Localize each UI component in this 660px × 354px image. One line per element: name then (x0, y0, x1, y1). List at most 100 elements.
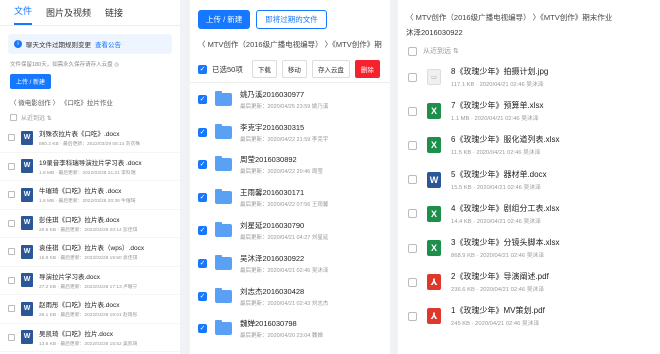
folder-name[interactable]: 姚乃溪2016030977 (240, 89, 328, 100)
file-name[interactable]: 袁佳祺《口吃》拉片表（wps）.docx (39, 242, 144, 252)
file-row[interactable]: W 导演拉片学习表.docx 27.2 KB · 最后更新：2022/03/28… (0, 267, 180, 295)
file-row[interactable]: ⅄ 1《玫瑰少年》MV策划.pdf 245 KB · 2020/04/21 02… (398, 299, 660, 333)
breadcrumb[interactable]: 〈 MTV创作（2016级广播电视编导） 〉《MTV创作》期末作业 (398, 0, 660, 25)
row-checkbox[interactable] (408, 277, 417, 287)
file-name[interactable]: 牛璀琦《口吃》拉片表 .docx (39, 185, 136, 195)
folder-row[interactable]: ✓ 吴沐泽2016030922 最后更新：2020/04/21 02:46 吴沐… (190, 247, 390, 280)
folder-row[interactable]: ✓ 魏婵2016030798 最后更新：2020/04/20 23:04 魏婵 (190, 313, 390, 346)
file-row[interactable]: W 袁佳祺《口吃》拉片表（wps）.docx 15.9 KB · 最后更新：20… (0, 238, 180, 267)
row-checkbox[interactable] (408, 175, 417, 185)
row-checkbox[interactable] (408, 72, 417, 82)
word-file-icon: W (21, 301, 33, 316)
row-checkbox[interactable]: ✓ (198, 127, 207, 137)
folder-row[interactable]: ✓ 刘志杰2016030428 最后更新：2020/04/21 02:43 刘志… (190, 280, 390, 313)
expiring-files-button[interactable]: 即将过期的文件 (256, 10, 327, 29)
folder-name[interactable]: 刘星延2016030790 (240, 220, 328, 231)
row-checkbox[interactable] (8, 191, 15, 199)
row-checkbox[interactable]: ✓ (198, 160, 207, 170)
folder-row[interactable]: ✓ 李克宇2016030315 最后更新：2020/04/22 21:59 李克… (190, 116, 390, 149)
file-row[interactable]: W 19录音李科瑞导演拉片学习表 .docx 1.8 MB · 最后更新：202… (0, 153, 180, 181)
file-meta: 3《玫瑰少年》分镜头脚本.xlsx 868.9 KB · 2020/04/21 … (451, 237, 559, 259)
row-checkbox[interactable] (8, 162, 15, 170)
tab-files[interactable]: 文件 (14, 4, 33, 25)
row-checkbox[interactable]: ✓ (198, 226, 207, 236)
folder-row[interactable]: ✓ 周莹2016030892 最后更新：2020/04/22 20:46 周莹 (190, 149, 390, 182)
breadcrumb[interactable]: 〈 MTV创作（2016级广播电视编导） 〉《MTV创作》期 (190, 33, 390, 56)
file-name[interactable]: 1《玫瑰少年》MV策划.pdf (451, 305, 545, 316)
folder-meta: 王雨馨2016030171 最后更新：2020/04/22 07:56 王雨馨 (240, 187, 328, 208)
file-row[interactable]: W 牛璀琦《口吃》拉片表 .docx 1.6 MB · 最后更新：2022/03… (0, 181, 180, 210)
folder-name[interactable]: 吴沐泽2016030922 (240, 253, 328, 264)
file-name[interactable]: 4《玫瑰少年》剧组分工表.xlsx (451, 203, 559, 214)
row-checkbox[interactable]: ✓ (198, 193, 207, 203)
row-checkbox[interactable]: ✓ (198, 94, 207, 104)
move-button[interactable]: 移动 (281, 60, 307, 78)
row-checkbox[interactable] (408, 311, 417, 321)
file-name[interactable]: 5《玫瑰少年》器材单.docx (451, 169, 547, 180)
select-all-row[interactable]: 从近到远 ⇅ (0, 111, 180, 124)
sort-label[interactable]: 从近到远 ⇅ (423, 46, 459, 56)
file-row[interactable]: X 3《玫瑰少年》分镜头脚本.xlsx 868.9 KB · 2020/04/2… (398, 231, 660, 265)
file-row[interactable]: X 4《玫瑰少年》剧组分工表.xlsx 14.4 KB · 2020/04/21… (398, 197, 660, 231)
folder-row[interactable]: ✓ 姚乃溪2016030977 最后更新：2020/04/25 23:59 姚乃… (190, 83, 390, 116)
file-row[interactable]: X 6《玫瑰少年》服化道列表.xlsx 11.5 KB · 2020/04/21… (398, 128, 660, 162)
delete-button[interactable]: 删除 (354, 60, 380, 78)
row-checkbox[interactable] (8, 134, 15, 142)
file-name[interactable]: 8《玫瑰少年》拍摄计划.jpg (451, 66, 548, 77)
select-all-checkbox[interactable] (408, 46, 417, 56)
row-checkbox[interactable] (408, 106, 417, 116)
sort-label[interactable]: 从近到远 ⇅ (21, 113, 52, 122)
folder-details: 最后更新：2020/04/25 23:59 姚乃溪 (240, 103, 329, 110)
file-name[interactable]: 刘殊衣拉片表《口吃》.docx (39, 128, 140, 138)
file-row[interactable]: W 吴凯琦《口吃》拉片.docx 13.6 KB · 最后更新：2022/03/… (0, 324, 180, 352)
pdf-file-icon: ⅄ (427, 308, 441, 325)
row-checkbox[interactable] (8, 333, 15, 341)
select-all-checkbox[interactable] (10, 114, 17, 121)
row-checkbox[interactable]: ✓ (198, 291, 207, 301)
folder-row[interactable]: ✓ 王雨馨2016030171 最后更新：2020/04/22 07:56 王雨… (190, 181, 390, 214)
row-checkbox[interactable] (408, 243, 417, 253)
select-all-checkbox[interactable]: ✓ (198, 64, 207, 74)
file-row[interactable]: ▭ 8《玫瑰少年》拍摄计划.jpg 117.1 KB · 2020/04/21 … (398, 60, 660, 94)
download-button[interactable]: 下载 (251, 60, 277, 78)
tab-links[interactable]: 链接 (105, 6, 123, 25)
file-row[interactable]: W 5《玫瑰少年》器材单.docx 15.5 KB · 2020/04/21 0… (398, 163, 660, 197)
upload-button[interactable]: 上传 / 新建 (198, 10, 251, 29)
row-checkbox[interactable] (8, 276, 15, 284)
file-name[interactable]: 彭佳琪《口吃》拉片表.docx (39, 214, 137, 224)
row-checkbox[interactable]: ✓ (198, 258, 207, 268)
folder-row[interactable]: ✓ 刘星延2016030790 最后更新：2020/04/21 04:27 刘星… (190, 214, 390, 247)
file-name[interactable]: 7《玫瑰少年》预算单.xlsx (451, 100, 543, 111)
row-checkbox[interactable] (8, 219, 15, 227)
tab-images-videos[interactable]: 图片及视频 (46, 6, 91, 25)
row-checkbox[interactable] (8, 305, 15, 313)
breadcrumb[interactable]: 〈 微电影创作 〉 《口吃》拉片作业 (0, 93, 180, 111)
folder-name[interactable]: 周莹2016030892 (240, 154, 323, 165)
row-checkbox[interactable] (8, 248, 15, 256)
folder-name[interactable]: 王雨馨2016030171 (240, 187, 328, 198)
row-checkbox[interactable]: ✓ (198, 324, 207, 334)
folder-name[interactable]: 刘志杰2016030428 (240, 286, 328, 297)
file-name[interactable]: 3《玫瑰少年》分镜头脚本.xlsx (451, 237, 559, 248)
file-row[interactable]: W 刘殊衣拉片表《口吃》.docx 880.2 KB · 最后更新：2022/0… (0, 124, 180, 153)
file-name[interactable]: 6《玫瑰少年》服化道列表.xlsx (451, 134, 559, 145)
file-name[interactable]: 2《玫瑰少年》导演阐述.pdf (451, 271, 549, 282)
row-checkbox[interactable] (408, 140, 417, 150)
row-checkbox[interactable] (408, 209, 417, 219)
save-to-cloud-button[interactable]: 存入云盘 (311, 60, 350, 78)
folder-meta: 魏婵2016030798 最后更新：2020/04/20 23:04 魏婵 (240, 318, 323, 339)
chat-files-panel: 文件 图片及视频 链接 i 聊天文件过期规则变更 查看公告 文件保留180天，如… (0, 0, 180, 354)
file-name[interactable]: 赵雨彤《口吃》拉片表.docx (39, 299, 137, 309)
file-row[interactable]: X 7《玫瑰少年》预算单.xlsx 1.1 MB · 2020/04/21 02… (398, 94, 660, 128)
file-name[interactable]: 19录音李科瑞导演拉片学习表 .docx (39, 157, 142, 167)
file-row[interactable]: W 赵雨彤《口吃》拉片表.docx 26.1 KB · 最后更新：2022/03… (0, 295, 180, 324)
select-all-row[interactable]: 从近到远 ⇅ (398, 42, 660, 60)
view-announcement-link[interactable]: 查看公告 (95, 39, 121, 49)
file-name[interactable]: 导演拉片学习表.docx (39, 271, 137, 281)
file-row[interactable]: W 彭佳琪《口吃》拉片表.docx 20.5 KB · 最后更新：2022/03… (0, 210, 180, 238)
file-name[interactable]: 吴凯琦《口吃》拉片.docx (39, 328, 137, 338)
upload-button[interactable]: 上传 / 新建 (10, 74, 52, 89)
folder-name[interactable]: 魏婵2016030798 (240, 318, 323, 329)
file-row[interactable]: ⅄ 2《玫瑰少年》导演阐述.pdf 236.6 KB · 2020/04/21 … (398, 265, 660, 299)
folder-name[interactable]: 李克宇2016030315 (240, 122, 328, 133)
